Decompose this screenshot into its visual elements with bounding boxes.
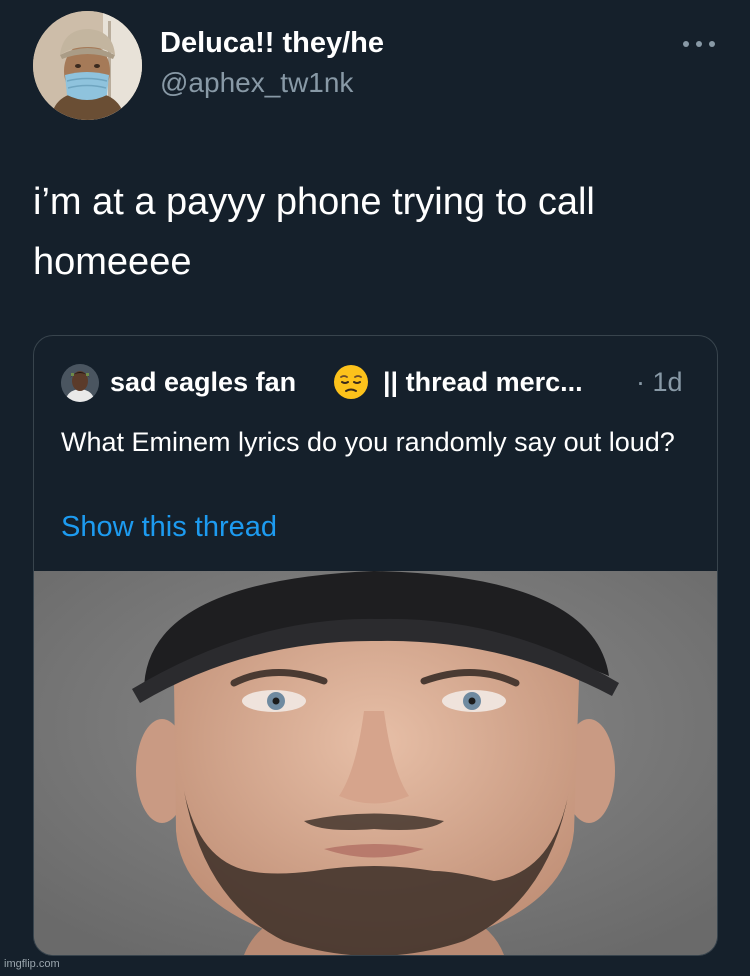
quoted-tweet-timestamp[interactable]: · 1d xyxy=(636,367,683,398)
quoted-author-name[interactable]: sad eagles fan xyxy=(110,367,296,398)
quoted-author-name-suffix[interactable]: || thread merc... xyxy=(383,367,583,398)
dot xyxy=(683,41,689,47)
dot xyxy=(709,41,715,47)
quoted-tweet-card[interactable]: sad eagles fan || thread merc... · 1d Wh… xyxy=(33,335,718,956)
imgflip-watermark: imgflip.com xyxy=(4,958,60,970)
author-display-name[interactable]: Deluca!! they/he xyxy=(160,27,384,60)
quoted-avatar-photo xyxy=(61,364,99,402)
more-horizontal-icon[interactable] xyxy=(683,38,715,50)
dot xyxy=(696,41,702,47)
portrait-photo xyxy=(34,571,717,955)
tweet-text: i’m at a payyy phone trying to call home… xyxy=(33,181,595,283)
quoted-tweet-image[interactable] xyxy=(34,571,717,955)
author-handle[interactable]: @aphex_tw1nk xyxy=(160,67,353,99)
show-thread-link[interactable]: Show this thread xyxy=(61,511,277,544)
quoted-author-avatar[interactable] xyxy=(61,364,99,402)
quoted-tweet-text: What Eminem lyrics do you randomly say o… xyxy=(61,427,675,457)
tweet: Deluca!! they/he @aphex_tw1nk i’m at a p… xyxy=(0,0,750,976)
avatar-photo xyxy=(33,11,142,120)
author-avatar[interactable] xyxy=(33,11,142,120)
pensive-face-emoji xyxy=(334,365,368,399)
